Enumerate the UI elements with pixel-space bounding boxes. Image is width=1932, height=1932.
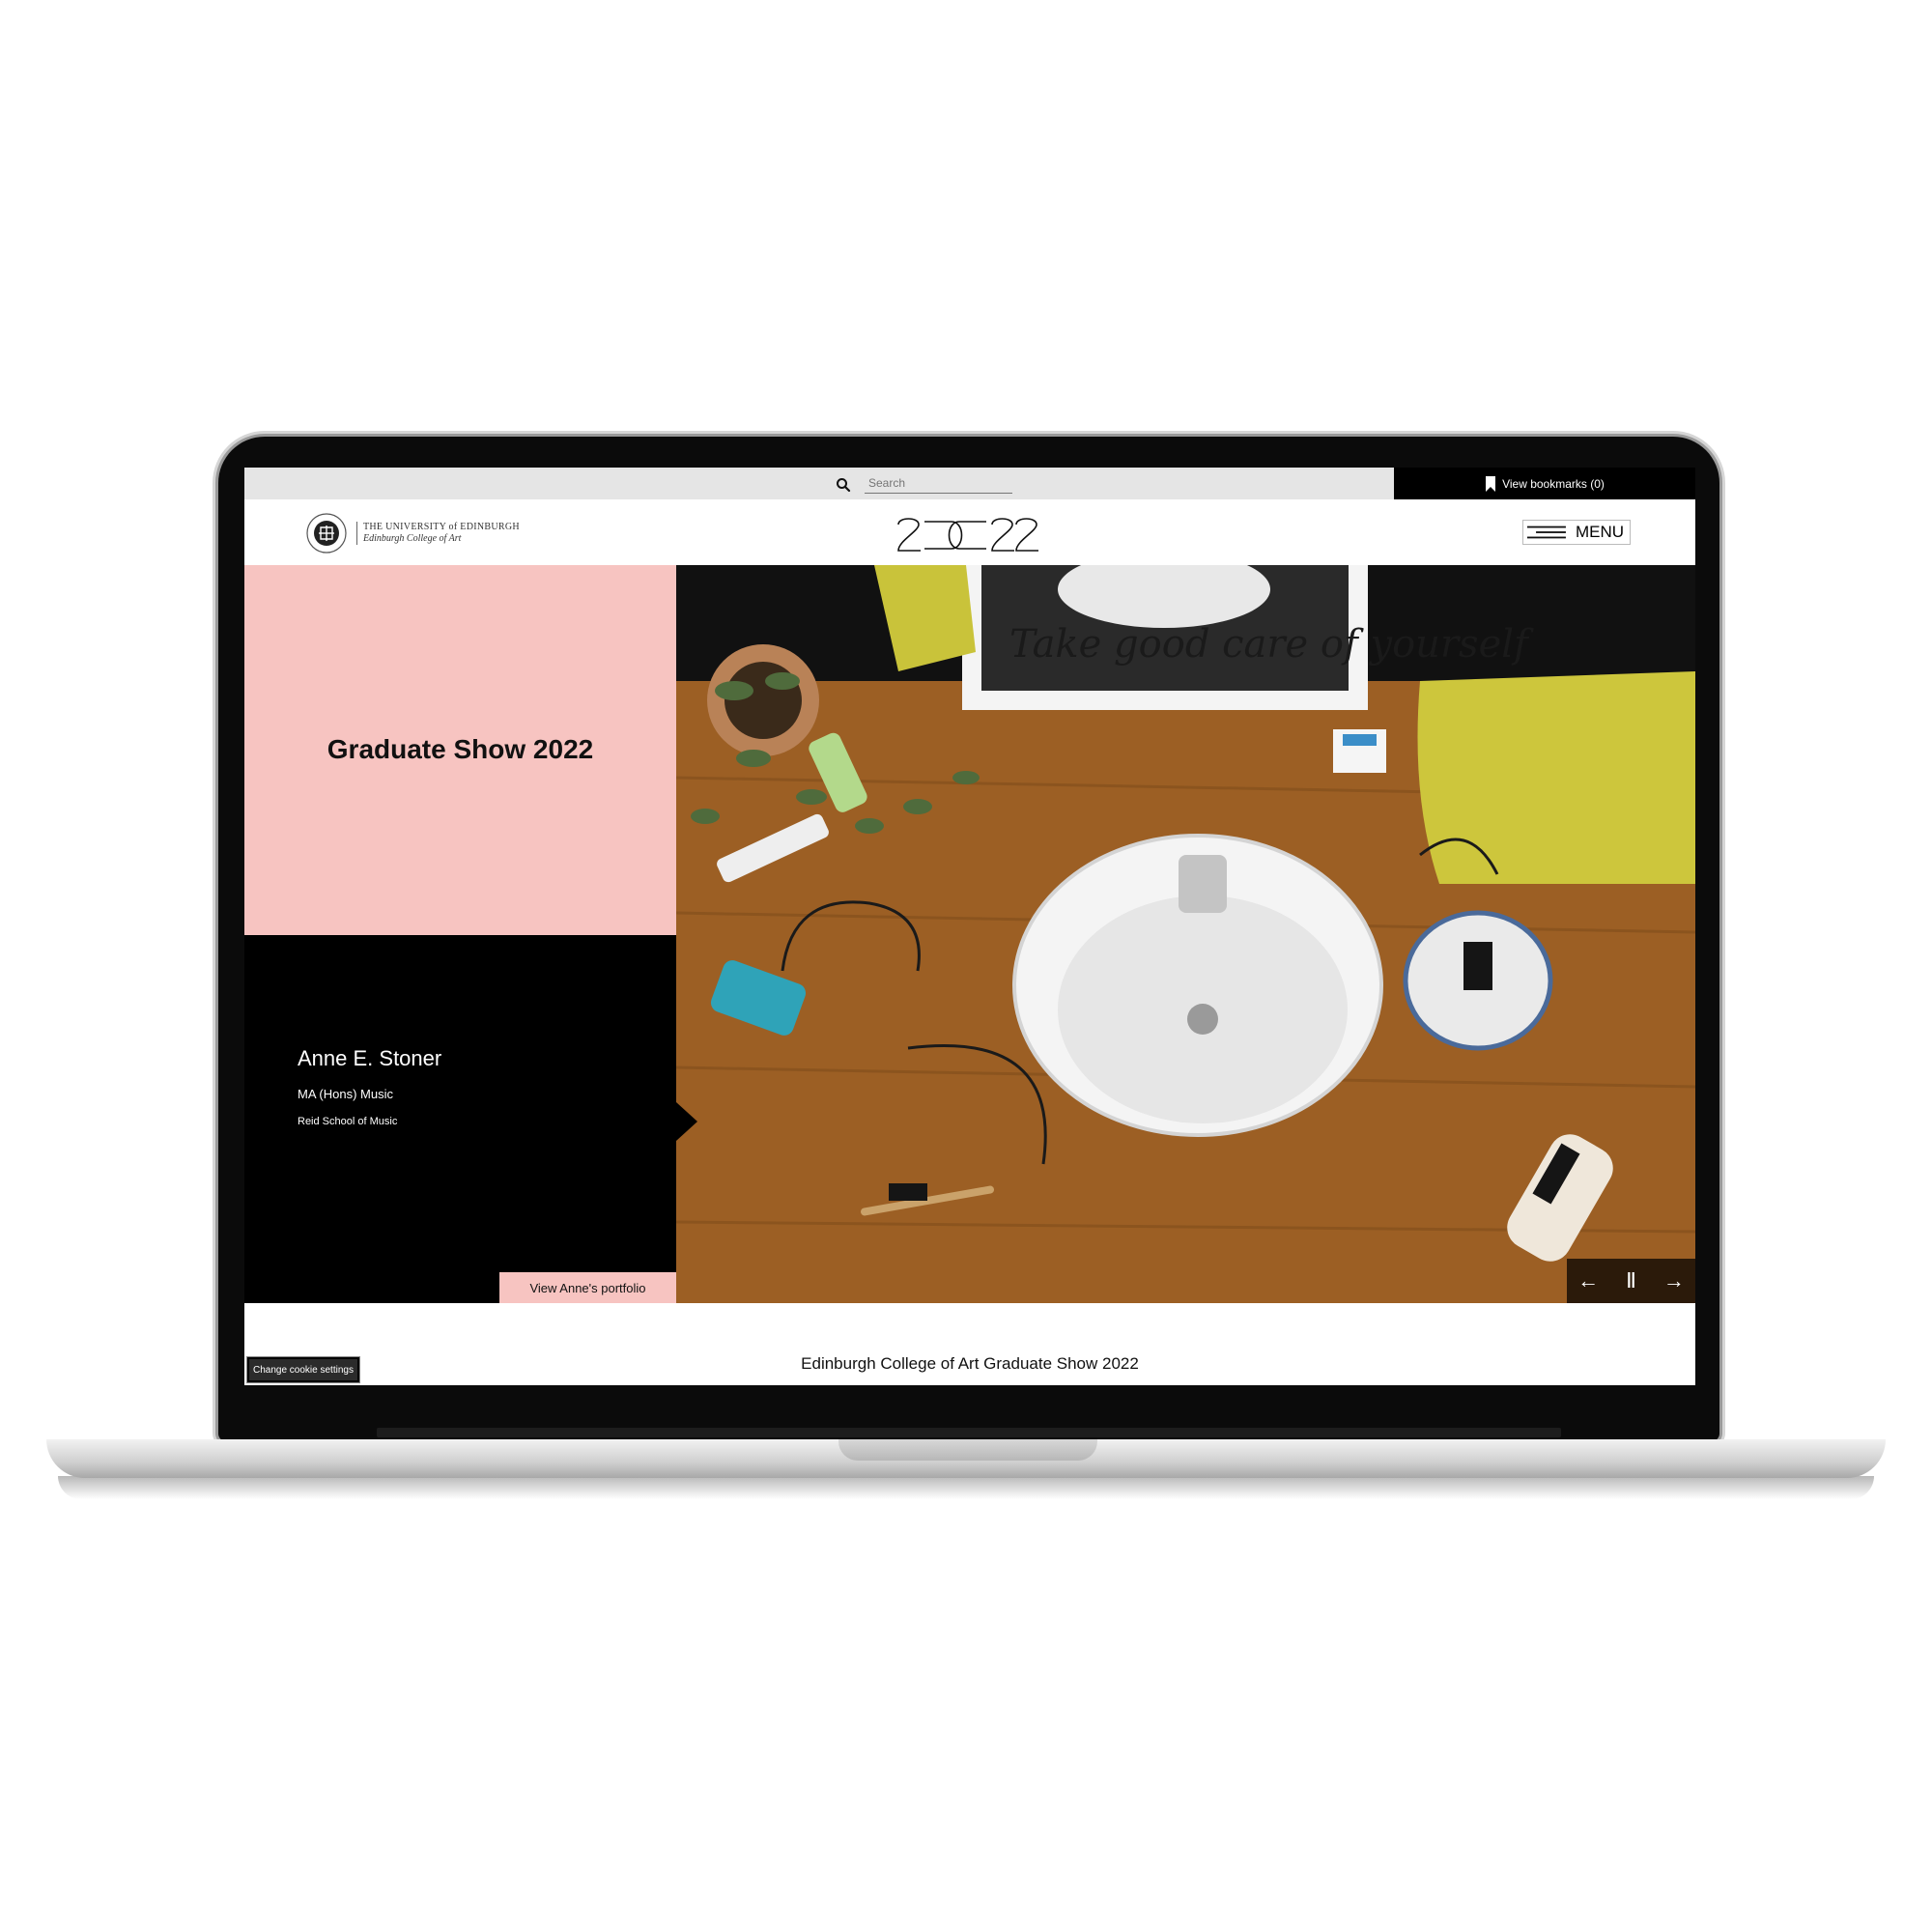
site-header: THE UNIVERSITY of EDINBURGH Edinburgh Co…	[244, 499, 1695, 565]
crest-icon	[306, 513, 347, 554]
year-2022-logo[interactable]: 2022	[895, 514, 1040, 554]
panel-pointer	[676, 1102, 697, 1141]
student-name: Anne E. Stoner	[298, 1046, 442, 1070]
menu-label: MENU	[1575, 523, 1624, 541]
hero-carousel: Graduate Show 2022 Anne E. Stoner MA (Ho…	[244, 565, 1695, 1303]
footer-title: Edinburgh College of Art Graduate Show 2…	[801, 1354, 1139, 1373]
student-school: Reid School of Music	[298, 1116, 398, 1127]
search-icon[interactable]	[836, 477, 851, 493]
search-input[interactable]	[865, 473, 1012, 494]
browser-screen: View bookmarks (0) THE UNIVERSITY of EDI…	[244, 468, 1695, 1385]
laptop-notch	[838, 1439, 1097, 1461]
student-degree: MA (Hons) Music	[298, 1087, 393, 1101]
top-utility-bar: View bookmarks (0)	[244, 468, 1695, 499]
show-title: Graduate Show 2022	[327, 734, 594, 764]
previous-arrow-icon[interactable]: ←	[1571, 1268, 1605, 1293]
cookie-settings-button[interactable]: Change cookie settings	[246, 1356, 360, 1383]
show-title-panel: Graduate Show 2022	[244, 565, 676, 935]
artwork-photo[interactable]: Take good care of yourself	[676, 565, 1695, 1303]
bookmark-icon	[1486, 475, 1496, 492]
pause-icon[interactable]: Ⅱ	[1613, 1268, 1648, 1293]
hamburger-icon	[1527, 526, 1566, 539]
college-name: Edinburgh College of Art	[363, 533, 462, 544]
search-bar	[836, 473, 1087, 495]
menu-button[interactable]: MENU	[1522, 520, 1631, 545]
university-logo[interactable]: THE UNIVERSITY of EDINBURGH Edinburgh Co…	[306, 513, 520, 554]
carousel-controls: ← Ⅱ →	[1567, 1259, 1695, 1303]
artwork-illustration: Take good care of yourself	[676, 565, 1695, 1303]
bookmarks-label: View bookmarks (0)	[1502, 476, 1605, 491]
laptop-shadow	[58, 1476, 1874, 1499]
student-info-panel: Anne E. Stoner MA (Hons) Music Reid Scho…	[244, 935, 676, 1303]
view-portfolio-button[interactable]: View Anne's portfolio	[499, 1272, 676, 1303]
university-name: THE UNIVERSITY of EDINBURGH	[363, 522, 520, 532]
logo-text: THE UNIVERSITY of EDINBURGH Edinburgh Co…	[356, 522, 520, 545]
view-bookmarks-button[interactable]: View bookmarks (0)	[1394, 468, 1695, 499]
next-arrow-icon[interactable]: →	[1657, 1268, 1691, 1293]
mirror-writing: Take good care of yourself	[1009, 622, 1534, 667]
laptop-hinge	[377, 1428, 1561, 1437]
